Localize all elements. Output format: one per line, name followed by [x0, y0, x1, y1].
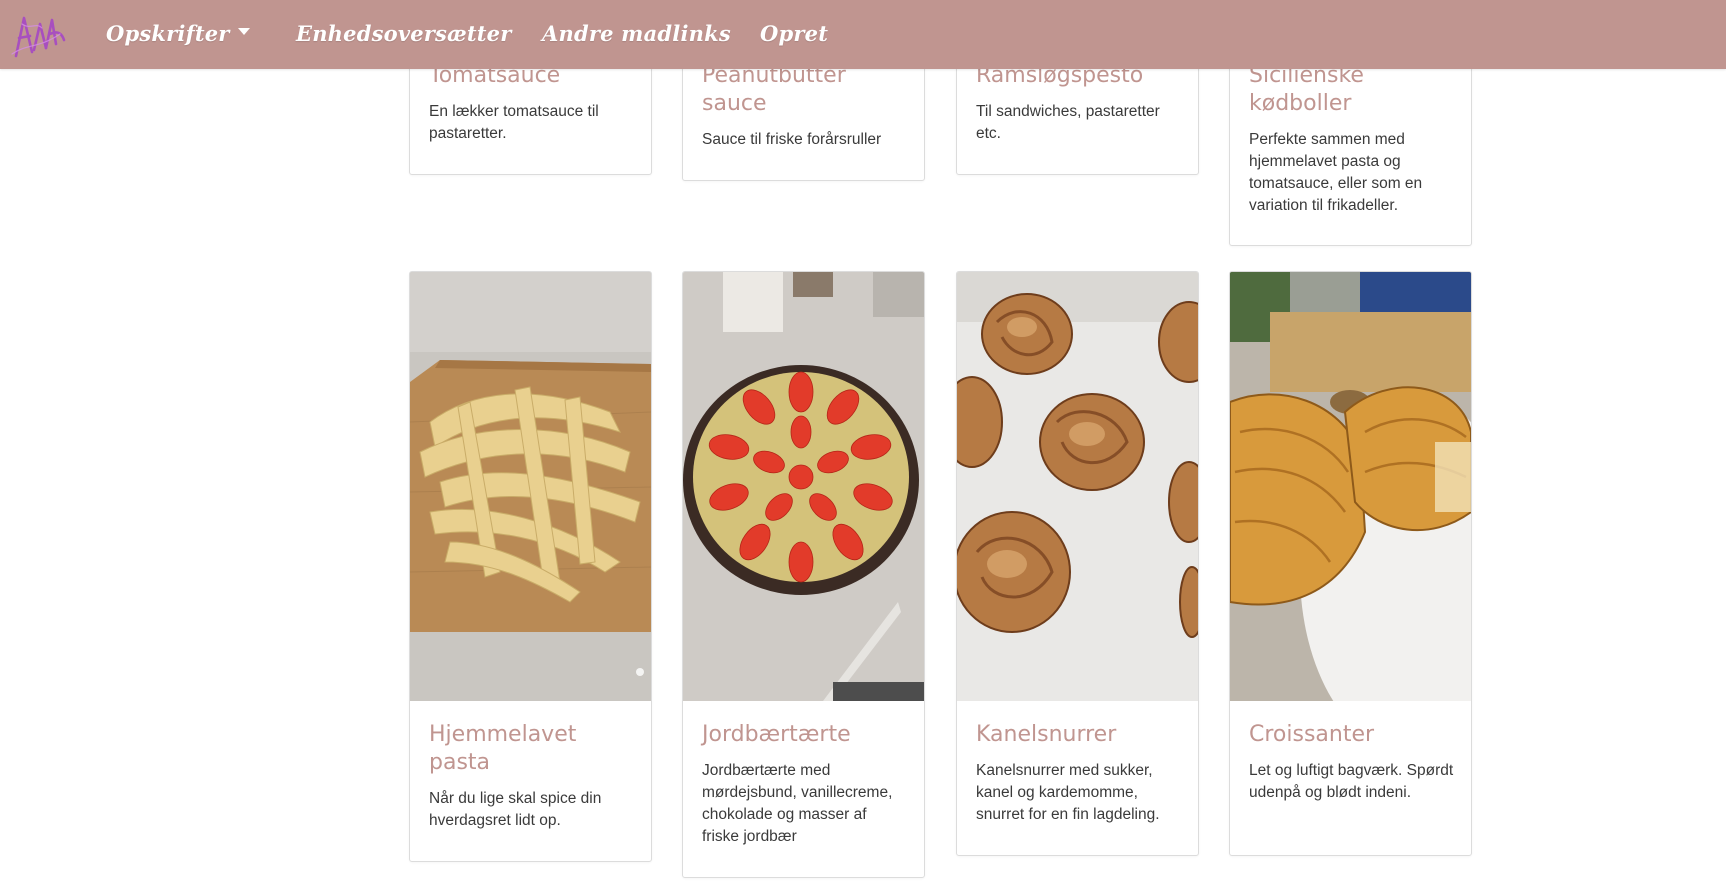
nav-andre-madlinks[interactable]: Andre madlinks	[542, 17, 731, 51]
site-logo-icon[interactable]	[6, 4, 66, 62]
card-title[interactable]: Hjemmelavet pasta	[429, 721, 634, 777]
card-title[interactable]: Sicilienske kødboller	[1249, 62, 1454, 118]
nav-enhedsoversaetter[interactable]: Enhedsoversætter	[296, 17, 511, 51]
recipe-card-croissanter[interactable]: Croissanter Let og luftigt bagværk. Spør…	[1229, 271, 1472, 856]
card-title[interactable]: Jordbærtærte	[702, 721, 907, 749]
card-description: Sauce til friske forårsruller	[702, 131, 882, 148]
nav-opskrifter-label: Opskrifter	[106, 21, 230, 46]
card-description: Let og luftigt bagværk. Spørdt udenpå og…	[1249, 762, 1454, 801]
recipe-card-kanelsnurrer[interactable]: Kanelsnurrer Kanelsnurrer med sukker, ka…	[956, 271, 1199, 856]
recipe-card-sicilienske-koedboller[interactable]: Sicilienske kødboller Perfekte sammen me…	[1229, 40, 1472, 246]
nav-enhedsoversaetter-label: Enhedsoversætter	[296, 21, 512, 46]
fresh-pasta-photo[interactable]	[410, 272, 651, 701]
nav-opret[interactable]: Opret	[760, 17, 828, 51]
card-title[interactable]: Croissanter	[1249, 721, 1454, 749]
top-navbar: Opskrifter Enhedsoversætter Andre madlin…	[0, 0, 1726, 69]
strawberry-tart-photo[interactable]	[683, 272, 924, 701]
caret-down-icon	[237, 28, 250, 35]
card-title[interactable]: Peanutbutter sauce	[702, 62, 907, 118]
card-description: Til sandwiches, pastaretter etc.	[976, 103, 1160, 142]
card-description: Når du lige skal spice din hverdagsret l…	[429, 790, 602, 829]
card-description: Perfekte sammen med hjemmelavet pasta og…	[1249, 131, 1423, 214]
croissants-photo[interactable]	[1230, 272, 1471, 701]
recipe-card-jordbaertaerte[interactable]: Jordbærtærte Jordbærtærte med mørdejsbun…	[682, 271, 925, 878]
nav-opskrifter-dropdown[interactable]: Opskrifter	[106, 17, 250, 51]
nav-andre-madlinks-label: Andre madlinks	[542, 21, 731, 46]
card-description: Jordbærtærte med mørdejsbund, vanillecre…	[702, 762, 893, 845]
card-title[interactable]: Kanelsnurrer	[976, 721, 1181, 749]
nav-opret-label: Opret	[760, 21, 829, 46]
recipe-card-hjemmelavet-pasta[interactable]: Hjemmelavet pasta Når du lige skal spice…	[409, 271, 652, 862]
card-description: En lækker tomatsauce til pastaretter.	[429, 103, 599, 142]
cinnamon-buns-photo[interactable]	[957, 272, 1198, 701]
card-description: Kanelsnurrer med sukker, kanel og kardem…	[976, 762, 1160, 823]
